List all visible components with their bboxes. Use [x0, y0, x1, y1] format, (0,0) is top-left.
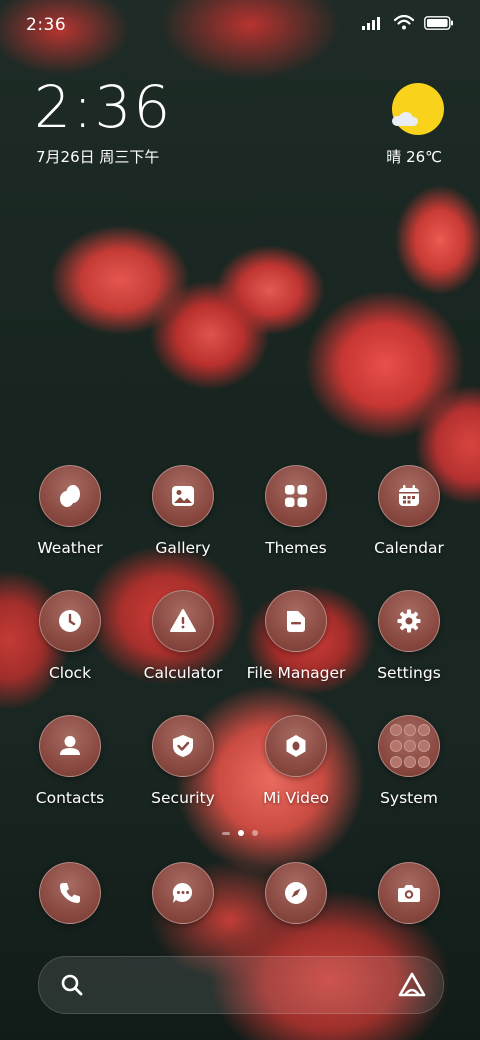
folder-icon: [265, 590, 327, 652]
page-dot[interactable]: [252, 830, 258, 836]
dock-messages[interactable]: [128, 862, 238, 924]
message-icon: [152, 862, 214, 924]
app-label: Calendar: [374, 539, 444, 557]
app-gallery[interactable]: Gallery: [128, 465, 238, 557]
app-label: System: [380, 789, 438, 807]
clock-icon: [39, 590, 101, 652]
app-themes[interactable]: Themes: [241, 465, 351, 557]
app-security[interactable]: Security: [128, 715, 238, 807]
weather-text: 晴 26℃: [386, 148, 442, 166]
app-calculator[interactable]: Calculator: [128, 590, 238, 682]
app-label: Calculator: [143, 664, 223, 682]
contacts-icon: [39, 715, 101, 777]
app-label: Mi Video: [262, 789, 330, 807]
calendar-icon: [378, 465, 440, 527]
app-weather[interactable]: Weather: [15, 465, 125, 557]
search-icon[interactable]: [59, 972, 85, 998]
wifi-icon: [394, 15, 414, 30]
camera-icon: [378, 862, 440, 924]
app-file-manager[interactable]: File Manager: [241, 590, 351, 682]
calculator-icon: [152, 590, 214, 652]
status-bar: 2:36: [0, 0, 480, 50]
app-clock[interactable]: Clock: [15, 590, 125, 682]
gear-icon: [378, 590, 440, 652]
signal-icon: [362, 16, 380, 30]
page-indicator[interactable]: [0, 830, 480, 836]
dock-phone[interactable]: [15, 862, 125, 924]
app-label: Weather: [37, 539, 103, 557]
app-label: File Manager: [246, 664, 346, 682]
page-dot-active[interactable]: [238, 830, 244, 836]
app-label: Gallery: [155, 539, 211, 557]
compass-icon: [265, 862, 327, 924]
shield-icon: [152, 715, 214, 777]
app-mi-video[interactable]: Mi Video: [241, 715, 351, 807]
status-time: 2:36: [26, 15, 67, 35]
app-calendar[interactable]: Calendar: [354, 465, 464, 557]
app-label: Clock: [48, 664, 92, 682]
status-icons: [362, 15, 454, 30]
app-label: Themes: [265, 539, 327, 557]
app-label: Contacts: [35, 789, 105, 807]
sunny-icon[interactable]: [392, 83, 444, 135]
app-contacts[interactable]: Contacts: [15, 715, 125, 807]
page-dot[interactable]: [222, 832, 230, 835]
app-settings[interactable]: Settings: [354, 590, 464, 682]
video-icon: [265, 715, 327, 777]
dock-browser[interactable]: [241, 862, 351, 924]
gallery-icon: [152, 465, 214, 527]
clock-date: 7月26日 周三下午: [36, 148, 160, 166]
clock-time[interactable]: 2:36: [34, 78, 172, 136]
themes-icon: [265, 465, 327, 527]
cloud-icon: [392, 112, 418, 126]
assistant-icon[interactable]: [397, 971, 427, 999]
app-system-folder[interactable]: System: [354, 715, 464, 807]
app-label: Settings: [377, 664, 441, 682]
weather-icon: [39, 465, 101, 527]
search-bar[interactable]: [38, 956, 444, 1014]
battery-icon: [424, 15, 453, 30]
phone-icon: [39, 862, 101, 924]
folder-grid-icon: [378, 715, 440, 777]
app-label: Security: [151, 789, 215, 807]
dock-camera[interactable]: [354, 862, 464, 924]
